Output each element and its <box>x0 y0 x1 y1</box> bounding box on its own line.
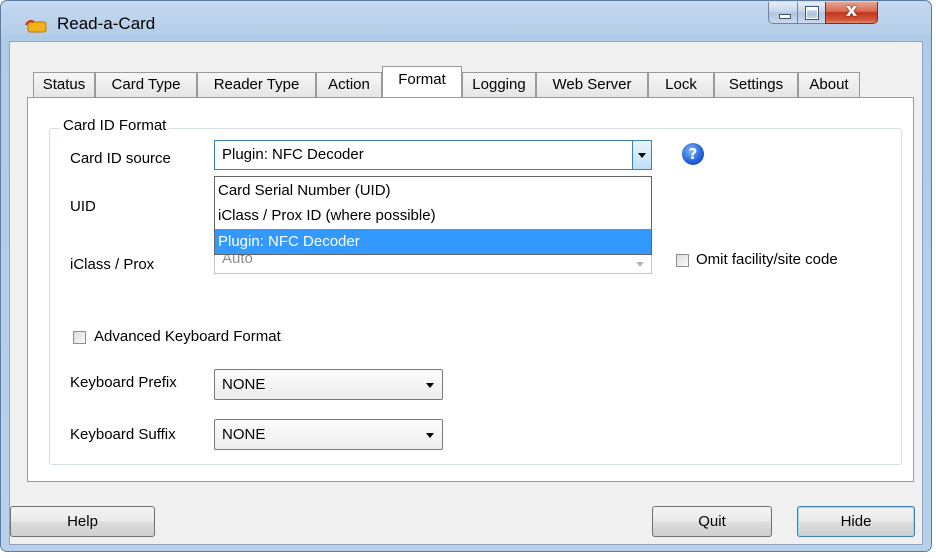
tab-web-server[interactable]: Web Server <box>536 72 648 98</box>
close-button[interactable]: x <box>825 0 878 24</box>
card-id-source-value: Plugin: NFC Decoder <box>222 146 364 163</box>
tab-lock[interactable]: Lock <box>648 72 714 98</box>
uid-label: UID <box>70 198 96 215</box>
tab-label: Reader Type <box>213 76 300 93</box>
hide-button[interactable]: Hide <box>797 506 915 537</box>
tab-label: Logging <box>472 76 526 93</box>
tab-label: Card Type <box>111 76 181 93</box>
omit-facility-label: Omit facility/site code <box>696 251 838 268</box>
dropdown-option[interactable]: iClass / Prox ID (where possible) <box>215 203 651 228</box>
title-bar[interactable]: Read-a-Card x <box>1 0 931 41</box>
card-id-source-label: Card ID source <box>70 150 171 167</box>
chevron-down-icon <box>636 262 644 267</box>
tab-about[interactable]: About <box>798 72 860 98</box>
keyboard-suffix-select[interactable]: NONE <box>214 419 443 450</box>
tab-settings[interactable]: Settings <box>714 72 798 98</box>
keyboard-suffix-value: NONE <box>222 426 266 443</box>
tab-action[interactable]: Action <box>316 72 382 98</box>
dropdown-option[interactable]: Card Serial Number (UID) <box>215 178 651 203</box>
keyboard-prefix-select[interactable]: NONE <box>214 369 443 400</box>
group-title: Card ID Format <box>60 117 170 134</box>
tab-logging[interactable]: Logging <box>462 72 536 98</box>
tab-label: Web Server <box>552 76 632 93</box>
tab-card-type[interactable]: Card Type <box>95 72 197 98</box>
tab-label: Settings <box>728 76 784 93</box>
card-id-source-dropdown: Card Serial Number (UID) iClass / Prox I… <box>214 176 652 255</box>
tab-status[interactable]: Status <box>33 72 95 98</box>
help-button[interactable]: Help <box>10 506 155 537</box>
chevron-down-icon <box>426 433 434 438</box>
tab-label: Format <box>398 71 446 88</box>
dropdown-button[interactable] <box>632 141 651 169</box>
keyboard-prefix-label: Keyboard Prefix <box>70 374 177 391</box>
iclass-prox-label: iClass / Prox <box>70 256 155 273</box>
help-icon[interactable]: ? <box>682 143 704 165</box>
maximize-icon <box>805 6 819 20</box>
tab-label: Status <box>42 76 86 93</box>
tab-format[interactable]: Format <box>382 66 462 97</box>
chevron-down-icon <box>426 383 434 388</box>
omit-facility-checkbox[interactable] <box>676 254 689 267</box>
minimize-icon <box>779 14 791 19</box>
maximize-button[interactable] <box>797 2 826 24</box>
advanced-keyboard-checkbox[interactable] <box>73 331 86 344</box>
minimize-button[interactable] <box>768 2 798 24</box>
tab-label: About <box>809 76 849 93</box>
window-title: Read-a-Card <box>57 14 156 33</box>
advanced-keyboard-label: Advanced Keyboard Format <box>94 328 281 345</box>
close-icon: x <box>845 0 858 21</box>
tab-reader-type[interactable]: Reader Type <box>197 72 316 98</box>
keyboard-prefix-value: NONE <box>222 376 266 393</box>
quit-button[interactable]: Quit <box>652 506 772 537</box>
card-reader-icon <box>25 20 47 33</box>
tab-label: Action <box>328 76 370 93</box>
card-id-source-select[interactable]: Plugin: NFC Decoder <box>214 140 652 170</box>
chevron-down-icon <box>638 153 646 158</box>
keyboard-suffix-label: Keyboard Suffix <box>70 426 176 443</box>
tab-label: Lock <box>665 76 697 93</box>
dropdown-option-selected[interactable]: Plugin: NFC Decoder <box>215 229 651 254</box>
